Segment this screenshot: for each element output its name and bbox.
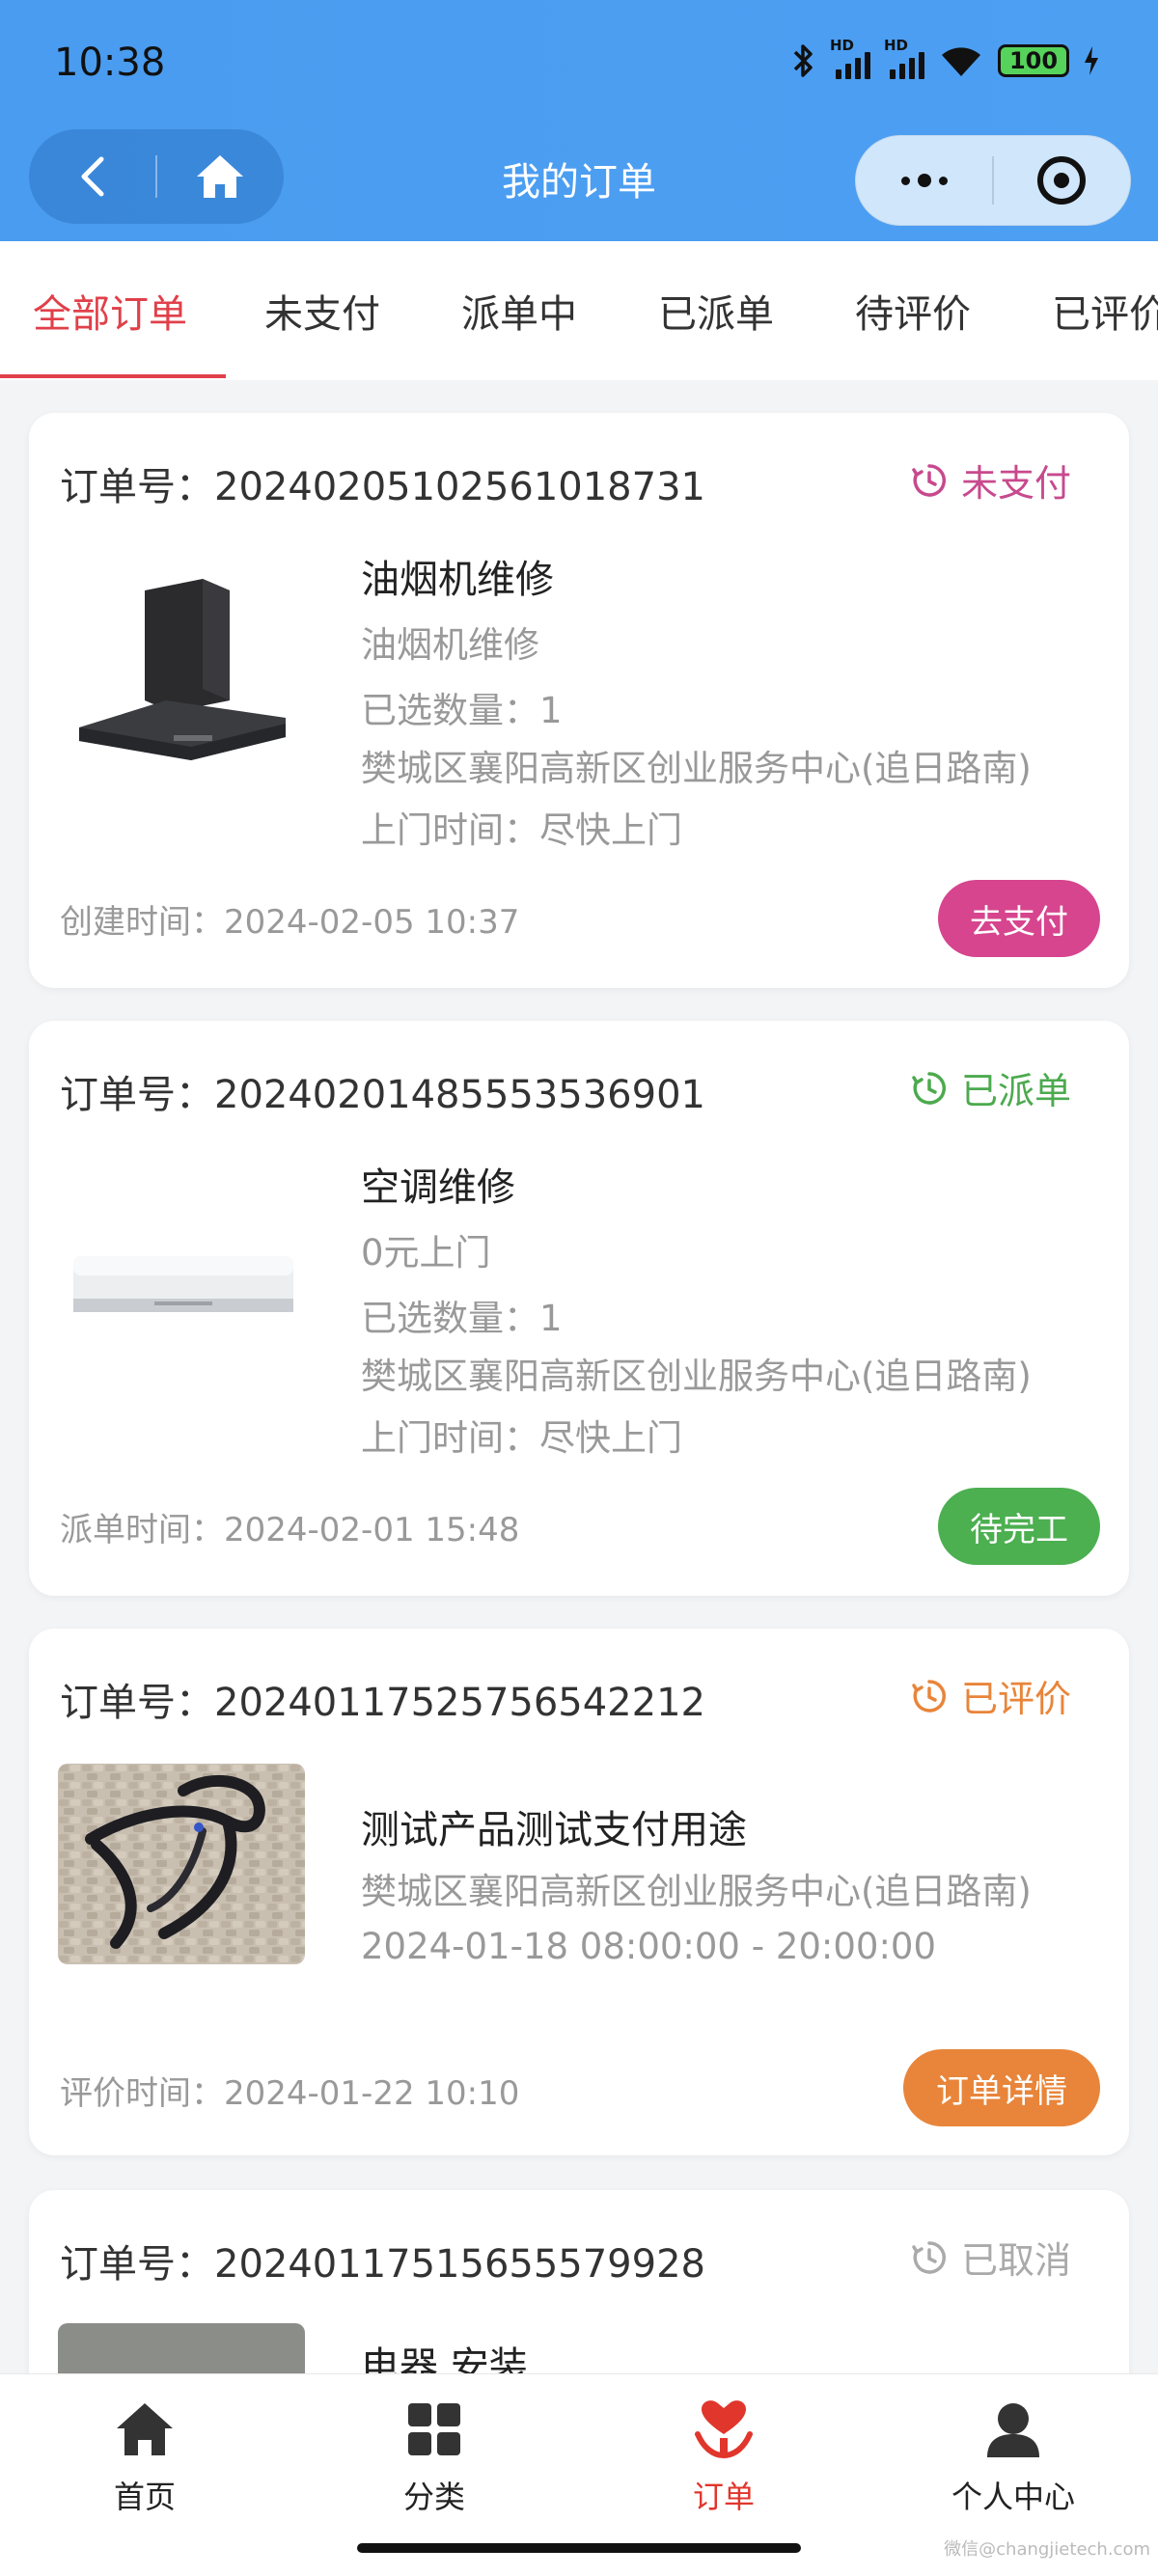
bird-sculpture-image [58, 1764, 305, 1964]
signal-icon: HD [830, 37, 870, 79]
status-icons: HD HD 100 [791, 37, 1100, 79]
watermark: 微信@changjietech.com [944, 2539, 1150, 2560]
more-icon [900, 174, 948, 187]
tabbar-label: 分类 [402, 2479, 465, 2515]
address: 樊城区襄阳高新区创业服务中心(追日路南) [361, 1356, 1032, 1397]
order-card[interactable]: 订单号：20240205102561018731 未支付 油烟机维修 油烟机维修… [29, 413, 1129, 988]
tab-underline [0, 374, 226, 378]
range-hood-image [58, 558, 309, 760]
status-bar: 10:38 HD HD 100 [0, 0, 1158, 125]
status-text: 已派单 [960, 1070, 1071, 1112]
order-card[interactable]: 订单号：20240117525756542212 已评价 测试产品测试支付用途 … [29, 1629, 1129, 2155]
product-name: 测试产品测试支付用途 [361, 1808, 747, 1852]
status-text: 已评价 [960, 1678, 1071, 1720]
dispatch-time: 派单时间：2024-02-01 15:48 [60, 1511, 520, 1549]
order-number: 订单号：20240205102561018731 [60, 465, 705, 509]
product-spec: 油烟机维修 [361, 624, 539, 666]
clock-icon [912, 2240, 946, 2274]
bluetooth-icon [793, 44, 813, 77]
user-icon [987, 2403, 1039, 2457]
order-status: 已取消 [911, 2231, 1071, 2284]
order-heart-icon [695, 2400, 753, 2459]
battery-icon: 100 [998, 44, 1069, 77]
miniprogram-capsule [855, 135, 1131, 226]
charging-icon [1085, 46, 1098, 75]
service-date-range: 2024-01-18 08:00:00 - 20:00:00 [361, 1926, 937, 1967]
wifi-icon [942, 47, 980, 76]
target-icon [1037, 156, 1087, 205]
tab-pending-review[interactable]: 待评价 [855, 241, 971, 380]
product-name: 空调维修 [361, 1165, 515, 1210]
quantity: 已选数量：1 [361, 690, 563, 731]
tab-dispatched[interactable]: 已派单 [658, 241, 774, 380]
status-time: 10:38 [54, 41, 166, 85]
order-number: 订单号：20240117515655579928 [60, 2242, 705, 2287]
order-status: 已派单 [911, 1061, 1071, 1114]
order-card[interactable]: 订单号：20240201485553536901 已派单 空调维修 0元上门 已… [29, 1021, 1129, 1596]
header: 10:38 HD HD 100 我的订单 [0, 0, 1158, 241]
clock-icon [912, 463, 946, 497]
tabbar-label: 个人中心 [951, 2479, 1075, 2515]
close-miniprogram-button[interactable] [994, 135, 1130, 226]
tab-all-orders[interactable]: 全部订单 [33, 241, 187, 380]
clock-icon [912, 1071, 946, 1105]
order-number: 订单号：20240201485553536901 [60, 1073, 705, 1117]
order-status: 已评价 [911, 1669, 1071, 1722]
address: 樊城区襄阳高新区创业服务中心(追日路南) [361, 1871, 1032, 1912]
review-time: 评价时间：2024-01-22 10:10 [60, 2074, 520, 2113]
tabbar-label: 订单 [692, 2479, 755, 2515]
tab-dispatching[interactable]: 派单中 [461, 241, 577, 380]
tabbar-orders[interactable]: 订单 [579, 2396, 868, 2517]
tab-reviewed[interactable]: 已评价 [1052, 241, 1158, 380]
quantity: 已选数量：1 [361, 1298, 563, 1339]
status-text: 已取消 [960, 2239, 1071, 2282]
tabbar-profile[interactable]: 个人中心 [868, 2396, 1158, 2517]
address: 樊城区襄阳高新区创业服务中心(追日路南) [361, 748, 1032, 789]
home-icon [117, 2403, 173, 2455]
home-indicator [357, 2543, 801, 2553]
order-tabs: 全部订单 未支付 派单中 已派单 待评价 已评价 [0, 241, 1158, 380]
visit-time: 上门时间：尽快上门 [361, 1417, 682, 1459]
status-text: 未支付 [960, 462, 1071, 505]
more-button[interactable] [856, 135, 992, 226]
visit-time: 上门时间：尽快上门 [361, 809, 682, 851]
air-conditioner-image [58, 1165, 309, 1368]
tabbar-home[interactable]: 首页 [0, 2396, 290, 2517]
order-details-button[interactable]: 订单详情 [903, 2049, 1100, 2126]
category-icon [408, 2403, 460, 2455]
tabbar-category[interactable]: 分类 [290, 2396, 579, 2517]
signal-icon-2: HD [884, 37, 924, 79]
product-name: 油烟机维修 [361, 558, 554, 602]
order-status: 未支付 [911, 453, 1071, 507]
await-completion-button[interactable]: 待完工 [938, 1488, 1100, 1565]
order-number: 订单号：20240117525756542212 [60, 1681, 705, 1725]
tab-unpaid[interactable]: 未支付 [264, 241, 380, 380]
tabbar-label: 首页 [113, 2479, 176, 2515]
created-time: 创建时间：2024-02-05 10:37 [60, 903, 520, 942]
product-spec: 0元上门 [361, 1232, 491, 1274]
clock-icon [912, 1679, 946, 1713]
pay-button[interactable]: 去支付 [938, 880, 1100, 957]
